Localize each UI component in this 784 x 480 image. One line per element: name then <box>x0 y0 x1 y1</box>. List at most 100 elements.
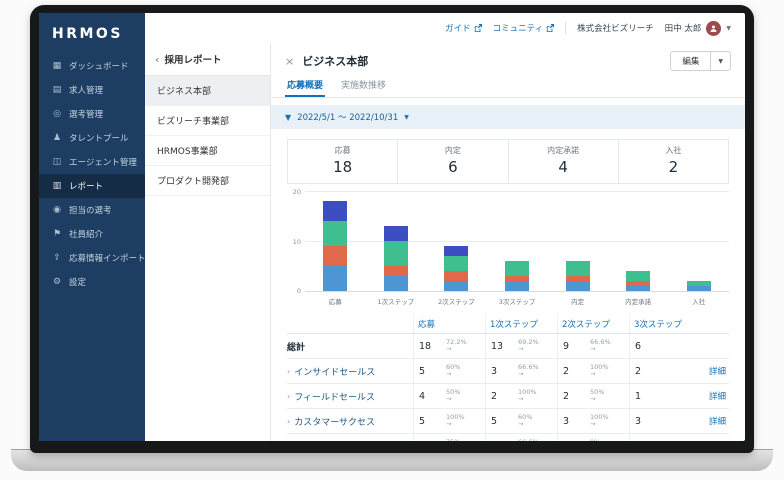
sidebar-item-talent-pool[interactable]: ♟ タレントプール <box>39 126 145 150</box>
sidebar-item-agent[interactable]: ◫ エージェント管理 <box>39 150 145 174</box>
conversion-rate: 50% → <box>439 387 485 404</box>
table-column-header: 3次ステップ <box>629 314 701 333</box>
rate-percent: 66.6% <box>518 438 557 441</box>
report-nav-item[interactable]: ビジネス本部 <box>145 76 270 106</box>
sidebar-item-label: ダッシュボード <box>69 62 129 72</box>
summary-metric: 内定 6 <box>397 140 507 183</box>
report-nav-item[interactable]: ビズリーチ事業部 <box>145 106 270 136</box>
chart-segment <box>505 281 530 291</box>
detail-link[interactable]: 詳細 <box>701 365 729 377</box>
stage-count: 0 <box>629 434 655 441</box>
row-name-label: 総計 <box>287 342 306 353</box>
detail-link[interactable]: 詳細 <box>701 415 729 427</box>
app-window: HRMOS ▦ ダッシュボード ▤ 求人管理 ◎ 選考管理 ♟ タレントプール ◫ エージェント管… <box>39 13 745 441</box>
table-row-toggle[interactable]: › フィールドセールス <box>287 390 413 403</box>
table-row: 総計 18 72.2% → 13 69.2% → 9 66.6% → 6 <box>287 334 729 359</box>
chart-ytick-label: 0 <box>296 287 301 295</box>
sidebar-item-my-screening[interactable]: ◉ 担当の選考 <box>39 198 145 222</box>
laptop-frame: HRMOS ▦ ダッシュボード ▤ 求人管理 ◎ 選考管理 ♟ タレントプール ◫ エージェント管… <box>30 5 754 453</box>
chart-segment <box>323 246 348 266</box>
sidebar-item-referral[interactable]: ⚑ 社員紹介 <box>39 222 145 246</box>
summary-value: 4 <box>558 158 568 176</box>
chart-xlabel: 3次ステップ <box>498 298 536 306</box>
sidebar-item-label: 担当の選考 <box>69 206 112 216</box>
filter-chevron-down-icon[interactable]: ▼ <box>404 114 409 121</box>
conversion-rate: 50% → <box>583 388 629 404</box>
sidebar: HRMOS ▦ ダッシュボード ▤ 求人管理 ◎ 選考管理 ♟ タレントプール ◫ エージェント管… <box>39 13 146 441</box>
trend-tab[interactable]: 実施数推移 <box>339 78 388 97</box>
chart-segment <box>686 286 711 291</box>
sidebar-item-label: 設定 <box>69 278 87 288</box>
overview-tab[interactable]: 応募概要 <box>285 78 325 97</box>
conversion-rate: 60% → <box>439 363 485 379</box>
rate-arrow-icon: → <box>518 395 524 403</box>
sidebar-item-settings[interactable]: ⚙ 設定 <box>39 270 145 294</box>
stage-count: 3 <box>485 434 511 441</box>
chart-segment <box>383 241 408 266</box>
conversion-rate: 100% → <box>439 413 485 429</box>
settings-icon: ⚙ <box>52 277 62 287</box>
chart-segment <box>383 266 408 276</box>
main-area: ガイド コミュニティ 株式会社ビズリーチ 田中 太郎 ▼ ‹ 採用レポート ビジ… <box>145 13 745 441</box>
chart-segment <box>383 226 408 241</box>
sidebar-item-import[interactable]: ⇪ 応募情報インポート <box>39 246 145 270</box>
sidebar-item-label: 選考管理 <box>69 110 104 120</box>
sidebar-item-dashboard[interactable]: ▦ ダッシュボード <box>39 54 145 78</box>
report-nav-panel: ‹ 採用レポート ビジネス本部 ビズリーチ事業部 HRMOS事業部 プロダクト開発部 <box>145 43 271 441</box>
summary-label: 内定承諾 <box>547 146 580 155</box>
detail-link[interactable]: 詳細 <box>701 390 729 402</box>
topbar-links: ガイド コミュニティ <box>445 22 555 34</box>
jobs-icon: ▤ <box>52 85 62 95</box>
summary-metric: 内定承諾 4 <box>507 140 618 183</box>
rate-percent: 69.2% <box>518 337 539 346</box>
date-range-filter[interactable]: 2022/5/1 〜 2022/10/31 <box>297 111 398 123</box>
chart-bar <box>505 261 530 291</box>
report-icon: ▥ <box>52 181 62 191</box>
page-title: ビジネス本部 <box>302 55 369 68</box>
hrmos-logo: HRMOS <box>52 26 123 42</box>
edit-dropdown-caret-icon[interactable]: ▼ <box>711 52 730 70</box>
rate-percent: 66.6% <box>590 337 611 346</box>
chart-bar <box>383 226 408 291</box>
report-nav-header[interactable]: ‹ 採用レポート <box>145 43 270 76</box>
rate-percent: 50% <box>446 387 461 396</box>
table-row-toggle[interactable]: ›マーケティング <box>287 440 413 442</box>
chart-ytick-label: 10 <box>292 237 301 246</box>
chart-bar-slot <box>547 192 608 291</box>
company-name: 株式会社ビズリーチ <box>577 24 654 34</box>
close-icon[interactable]: × <box>285 55 294 68</box>
stage-count: 9 <box>557 334 583 358</box>
top-link-label: コミュニティ <box>492 24 544 34</box>
chart-segment <box>323 221 348 246</box>
detail-link[interactable]: 詳細 <box>701 440 729 441</box>
row-name-label: カスタマーサクセス <box>294 417 376 428</box>
topbar-divider <box>565 22 567 34</box>
sidebar-item-label: レポート <box>69 182 104 192</box>
table-row-toggle[interactable]: › カスタマーサクセス <box>287 415 413 428</box>
chart-bars <box>305 192 729 291</box>
table-row-toggle[interactable]: › インサイドセールス <box>287 365 413 378</box>
rate-percent: 60% <box>518 412 533 421</box>
rate-percent: 100% <box>590 412 609 421</box>
user-menu[interactable]: 田中 太郎 ▼ <box>665 20 731 36</box>
sidebar-item-jobs[interactable]: ▤ 求人管理 <box>39 78 145 102</box>
edit-button[interactable]: 編集 <box>671 52 712 70</box>
chart-xlabel: 1次ステップ <box>377 298 415 306</box>
rate-arrow-icon: → <box>518 420 524 428</box>
rate-percent: 100% <box>518 387 537 396</box>
chart-segment <box>383 276 408 291</box>
report-nav-item[interactable]: HRMOS事業部 <box>145 136 270 166</box>
referral-icon: ⚑ <box>52 229 62 239</box>
community-link[interactable]: コミュニティ <box>493 22 555 34</box>
chart-bar-slot <box>608 192 669 291</box>
sidebar-item-report[interactable]: ▥ レポート <box>39 174 145 198</box>
conversion-rate: 0%→ <box>583 438 629 441</box>
guide-link[interactable]: ガイド <box>445 22 482 34</box>
rate-arrow-icon: → <box>446 370 452 378</box>
chart-segment <box>565 261 590 276</box>
report-nav-item[interactable]: プロダクト開発部 <box>145 166 270 196</box>
sidebar-item-screening[interactable]: ◎ 選考管理 <box>39 102 145 126</box>
report-nav-title: 採用レポート <box>164 55 222 66</box>
chevron-right-icon: › <box>287 416 291 426</box>
stage-count: 4 <box>413 384 439 408</box>
